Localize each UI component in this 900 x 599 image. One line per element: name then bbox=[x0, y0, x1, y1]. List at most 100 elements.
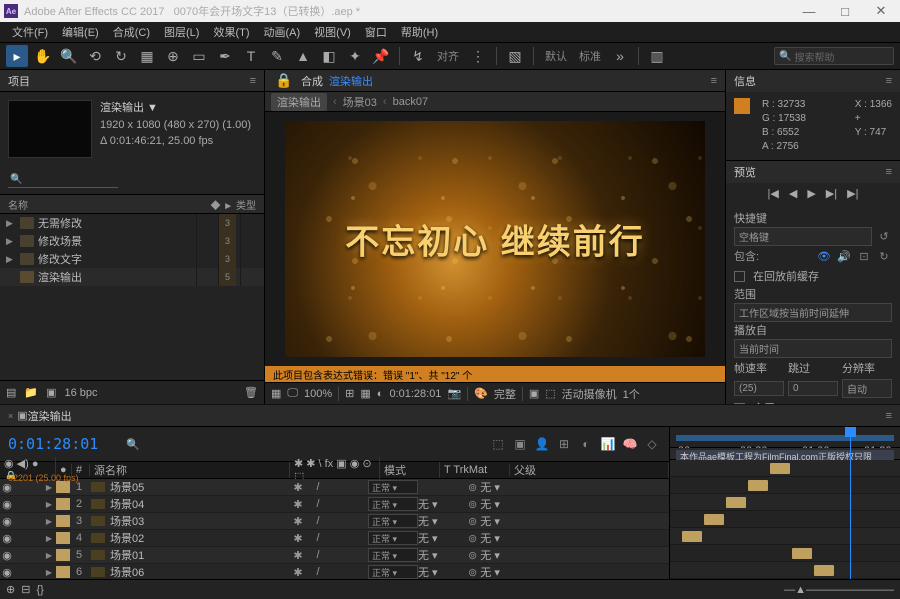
parent-dropdown[interactable]: 无 ▾ bbox=[480, 479, 520, 495]
snap-icon[interactable]: ↯ bbox=[407, 45, 429, 67]
close-tab-icon[interactable]: × bbox=[8, 411, 13, 421]
layer-bar[interactable] bbox=[704, 514, 724, 525]
play-button[interactable]: ▶ bbox=[807, 187, 815, 200]
layer-name[interactable]: 场景06 bbox=[108, 564, 288, 579]
auto-keyframe-icon[interactable]: ◇ bbox=[643, 435, 661, 453]
work-area-bar[interactable]: 本作品ae模板工程为FilmFinal.com正版授权只限 bbox=[670, 448, 900, 460]
view-icon[interactable]: ▣ bbox=[529, 387, 539, 400]
orbit-tool[interactable]: ⟲ bbox=[84, 45, 106, 67]
visibility-icon[interactable]: ◉ bbox=[0, 515, 14, 528]
trkmat-dropdown[interactable]: 无 ▾ bbox=[418, 547, 468, 563]
crumb-item[interactable]: 场景03 bbox=[343, 94, 377, 110]
graph-editor-icon[interactable]: 📊 bbox=[599, 435, 617, 453]
toggle-switches-icon[interactable]: ⊕ bbox=[6, 583, 15, 596]
toggle-in-out-icon[interactable]: {} bbox=[36, 584, 43, 596]
resolution-icon[interactable]: 🖵 bbox=[287, 387, 298, 400]
expression-error-bar[interactable]: 此项目包含表达式错误：错误 "1"、共 "12" 个 bbox=[265, 366, 725, 382]
pan-behind-tool[interactable]: ⊕ bbox=[162, 45, 184, 67]
layer-row[interactable]: ◉▶3场景03✱/正常 ▾无 ▾⊚ 无 ▾ bbox=[0, 513, 669, 530]
color-mgmt-icon[interactable]: 🎨 bbox=[474, 387, 488, 400]
layer-name[interactable]: 场景01 bbox=[108, 547, 288, 563]
label-color[interactable] bbox=[56, 515, 70, 527]
parent-dropdown[interactable]: 无 ▾ bbox=[480, 547, 520, 563]
overlay-icon[interactable]: ⊡ bbox=[856, 250, 872, 263]
blend-mode-dropdown[interactable]: 正常 ▾ bbox=[368, 497, 418, 511]
ws-default[interactable]: 默认 bbox=[545, 48, 567, 64]
menu-view[interactable]: 视图(V) bbox=[308, 22, 357, 42]
zoom-slider[interactable]: —▲———————— bbox=[784, 584, 894, 596]
menu-window[interactable]: 窗口 bbox=[359, 22, 393, 42]
brainstorm-icon[interactable]: 🧠 bbox=[621, 435, 639, 453]
fill-icon[interactable]: ▧ bbox=[504, 45, 526, 67]
hide-shy-icon[interactable]: 👤 bbox=[533, 435, 551, 453]
layer-bar[interactable] bbox=[682, 531, 702, 542]
trkmat-dropdown[interactable]: 无 ▾ bbox=[418, 496, 468, 512]
twirl-icon[interactable]: ▶ bbox=[42, 500, 56, 509]
layer-row[interactable]: ◉▶2场景04✱/正常 ▾无 ▾⊚ 无 ▾ bbox=[0, 496, 669, 513]
rotate-tool[interactable]: ↻ bbox=[110, 45, 132, 67]
blend-mode-dropdown[interactable]: 正常 ▾ bbox=[368, 531, 418, 545]
comp-mini-flowchart-icon[interactable]: ⬚ bbox=[489, 435, 507, 453]
minimize-button[interactable]: — bbox=[794, 4, 824, 19]
blend-mode-dropdown[interactable]: 正常 ▾ bbox=[368, 480, 418, 494]
track-row[interactable] bbox=[670, 562, 900, 579]
first-frame-button[interactable]: |◀ bbox=[768, 187, 779, 200]
layer-bar[interactable] bbox=[770, 463, 790, 474]
toggle-modes-icon[interactable]: ⊟ bbox=[21, 583, 30, 596]
puppet-tool[interactable]: 📌 bbox=[370, 45, 392, 67]
selection-tool[interactable]: ▸ bbox=[6, 45, 28, 67]
visibility-icon[interactable]: ◉ bbox=[0, 549, 14, 562]
label-color[interactable] bbox=[56, 532, 70, 544]
clone-tool[interactable]: ▲ bbox=[292, 45, 314, 67]
zoom-dropdown[interactable]: 100% bbox=[304, 388, 332, 400]
ws-chevron-icon[interactable]: » bbox=[609, 45, 631, 67]
fps-dropdown[interactable]: (25) bbox=[734, 381, 784, 396]
audio-icon[interactable]: 🔊 bbox=[836, 250, 852, 263]
loop-icon[interactable]: ↻ bbox=[876, 250, 892, 263]
preview-tab[interactable]: 预览 bbox=[734, 164, 886, 180]
label-color[interactable] bbox=[56, 498, 70, 510]
workspace-icon[interactable]: ▥ bbox=[646, 45, 668, 67]
maximize-button[interactable]: □ bbox=[830, 4, 860, 19]
visibility-icon[interactable]: ◉ bbox=[0, 498, 14, 511]
crumb-item[interactable]: back07 bbox=[393, 96, 428, 108]
visibility-icon[interactable]: ◉ bbox=[0, 532, 14, 545]
project-item[interactable]: 渲染输出5 bbox=[0, 268, 264, 286]
interpret-icon[interactable]: ▤ bbox=[6, 386, 16, 399]
project-panel-menu[interactable]: ≡ bbox=[250, 75, 256, 87]
trkmat-dropdown[interactable]: 无 ▾ bbox=[418, 513, 468, 529]
prev-frame-button[interactable]: ◀ bbox=[789, 187, 797, 200]
pen-tool[interactable]: ✒ bbox=[214, 45, 236, 67]
menu-file[interactable]: 文件(F) bbox=[6, 22, 54, 42]
lock-icon[interactable]: 🔒 bbox=[273, 70, 295, 92]
project-item[interactable]: ▶修改场景3 bbox=[0, 232, 264, 250]
parent-dropdown[interactable]: 无 ▾ bbox=[480, 496, 520, 512]
frame-blend-icon[interactable]: ⊞ bbox=[555, 435, 573, 453]
current-time-indicator[interactable] bbox=[850, 427, 851, 579]
label-color[interactable] bbox=[56, 549, 70, 561]
current-timecode[interactable]: 0:01:28:01 bbox=[8, 435, 98, 453]
col-type[interactable]: ◆ ► 类型 bbox=[211, 197, 256, 212]
ws-standard[interactable]: 标准 bbox=[579, 48, 601, 64]
menu-edit[interactable]: 编辑(E) bbox=[56, 22, 105, 42]
guides-icon[interactable]: ▦ bbox=[360, 387, 370, 400]
layer-row[interactable]: ◉▶6场景06✱/正常 ▾无 ▾⊚ 无 ▾ bbox=[0, 564, 669, 579]
timeline-search[interactable]: 🔍 bbox=[126, 438, 140, 451]
snapshot-icon[interactable]: 📷 bbox=[447, 387, 461, 400]
track-row[interactable] bbox=[670, 545, 900, 562]
timeline-tab[interactable]: 渲染输出 bbox=[28, 408, 72, 424]
layer-name[interactable]: 场景05 bbox=[108, 479, 288, 495]
eraser-tool[interactable]: ◧ bbox=[318, 45, 340, 67]
info-menu[interactable]: ≡ bbox=[886, 75, 892, 87]
menu-layer[interactable]: 图层(L) bbox=[158, 22, 205, 42]
camera-dropdown[interactable]: 活动摄像机 bbox=[562, 386, 617, 402]
next-frame-button[interactable]: ▶| bbox=[826, 187, 837, 200]
col-source-name[interactable]: 源名称 bbox=[90, 462, 290, 478]
project-item[interactable]: ▶无需修改3 bbox=[0, 214, 264, 232]
project-item[interactable]: ▶修改文字3 bbox=[0, 250, 264, 268]
res-dropdown[interactable]: 自动 bbox=[842, 379, 892, 398]
time-ruler[interactable]: 00s 00:30s 01:00s 01:30s bbox=[670, 427, 900, 448]
close-button[interactable]: ✕ bbox=[866, 3, 896, 19]
shape-tool[interactable]: ▭ bbox=[188, 45, 210, 67]
composition-viewer[interactable]: 不忘初心 继续前行 bbox=[265, 112, 725, 366]
